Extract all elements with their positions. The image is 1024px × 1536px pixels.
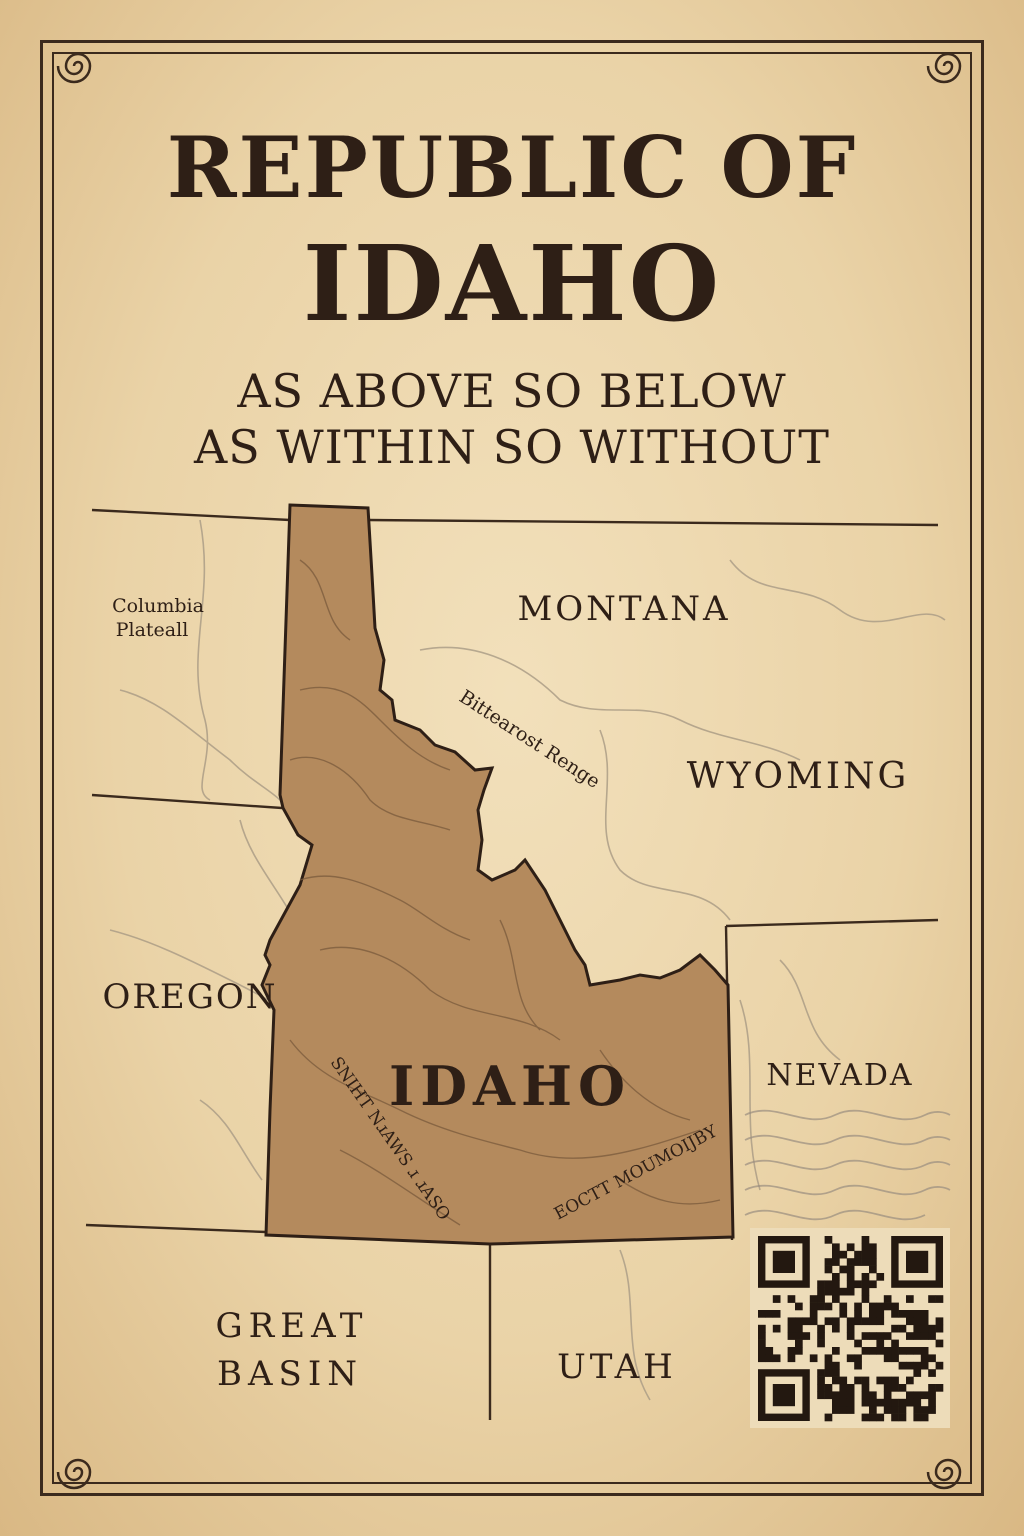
qr-code-icon[interactable]	[750, 1228, 950, 1428]
great-basin-label-line-2: BASIN	[217, 1354, 363, 1394]
montana-label: MONTANA	[517, 589, 730, 629]
columbia-plateau-label-line-1: Columbia	[112, 595, 204, 617]
wyoming-label: WYOMING	[687, 756, 910, 797]
great-basin-label-line-1: GREAT	[216, 1306, 369, 1346]
nevada-label: NEVADA	[766, 1058, 913, 1093]
oregon-label: OREGON	[102, 977, 277, 1017]
map: MONTANA WYOMING OREGON NEVADA GREAT BASI…	[85, 503, 951, 1428]
idaho-label: IDAHO	[389, 1054, 631, 1118]
postmark-waves	[744, 1109, 951, 1221]
poster: REPUBLIC OF IDAHO AS ABOVE SO BELOW AS W…	[0, 0, 1024, 1536]
columbia-plateau-label-line-2: Plateall	[116, 619, 189, 641]
utah-label: UTAH	[557, 1347, 677, 1387]
